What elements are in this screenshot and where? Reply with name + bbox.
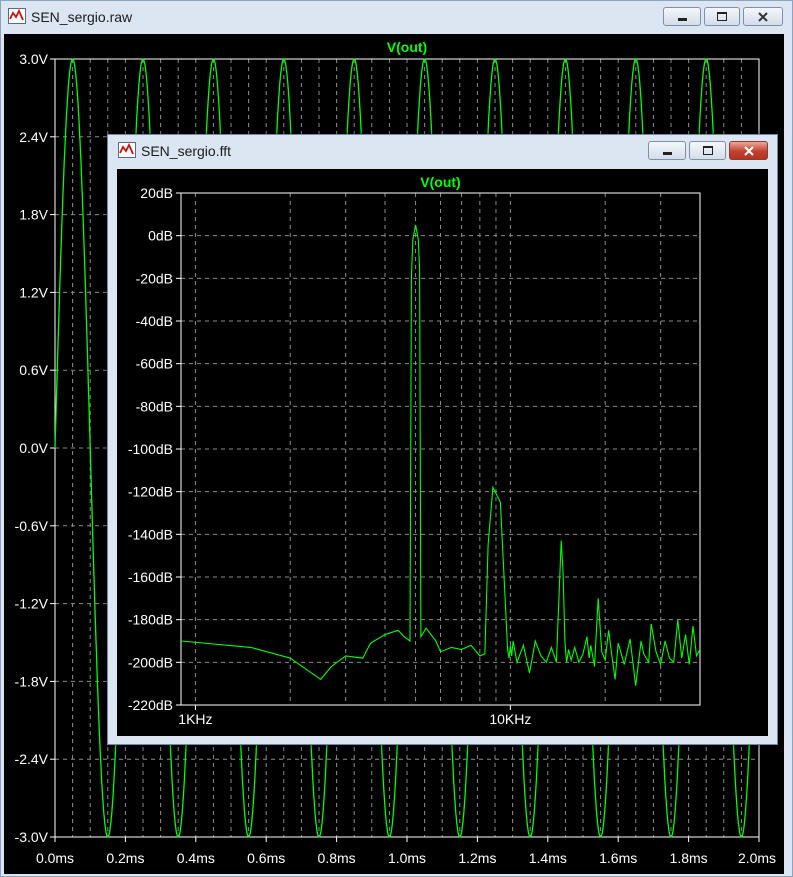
y-tick-label: -1.8V bbox=[15, 673, 49, 689]
chart-title: V(out) bbox=[387, 39, 427, 55]
y-tick-label: -100dB bbox=[128, 441, 173, 457]
y-tick-label: -20dB bbox=[136, 270, 173, 286]
y-tick-label: 0dB bbox=[148, 228, 173, 244]
close-icon bbox=[743, 145, 754, 156]
fft-plot-area[interactable]: V(out) 1KHz 10KHz 20dB 0dB -20dB -40dB -60dB -80… bbox=[117, 169, 768, 736]
y-tick-label: -0.6V bbox=[15, 518, 49, 534]
y-tick-label: -220dB bbox=[128, 697, 173, 713]
y-tick-label: 1.8V bbox=[19, 207, 48, 223]
fft-window-title: SEN_sergio.fft bbox=[141, 143, 232, 159]
y-tick-label: 3.0V bbox=[19, 51, 48, 67]
y-tick-label: -3.0V bbox=[15, 829, 49, 845]
x-tick-label: 0.2ms bbox=[106, 850, 144, 866]
y-tick-label: 2.4V bbox=[19, 129, 48, 145]
chart-title: V(out) bbox=[420, 174, 460, 190]
close-icon bbox=[758, 11, 768, 22]
y-tick-label: -180dB bbox=[128, 612, 173, 628]
x-tick-label: 1.4ms bbox=[529, 850, 567, 866]
y-tick-label: -40dB bbox=[136, 313, 173, 329]
series-line bbox=[180, 224, 701, 686]
raw-minimize-button[interactable] bbox=[663, 7, 701, 26]
x-tick-label: 10KHz bbox=[489, 711, 531, 727]
y-tick-label: -60dB bbox=[136, 356, 173, 372]
raw-window-title: SEN_sergio.raw bbox=[31, 9, 133, 25]
y-tick-label: -1.2V bbox=[15, 596, 49, 612]
raw-maximize-button[interactable] bbox=[704, 7, 740, 26]
y-tick-label: -200dB bbox=[128, 654, 173, 670]
y-tick-label: -2.4V bbox=[15, 751, 49, 767]
waveform-icon bbox=[118, 142, 136, 158]
x-tick-label: 1.6ms bbox=[599, 850, 637, 866]
y-tick-label: -140dB bbox=[128, 526, 173, 542]
raw-close-button[interactable] bbox=[743, 7, 783, 26]
x-tick-label: 1.8ms bbox=[670, 850, 708, 866]
x-tick-label: 2.0ms bbox=[738, 850, 776, 866]
fft-window-titlebar[interactable]: SEN_sergio.fft bbox=[108, 135, 777, 165]
fft-close-button[interactable] bbox=[729, 141, 768, 160]
fft-maximize-button[interactable] bbox=[689, 141, 726, 160]
minimize-icon bbox=[662, 152, 672, 155]
fft-plot-window[interactable]: SEN_sergio.fft V(out) 1KHz 10KHz 20dB 0dB -20… bbox=[107, 134, 778, 745]
fft-chart: V(out) 1KHz 10KHz 20dB 0dB -20dB -40dB -60dB -80… bbox=[128, 174, 701, 727]
y-tick-label: -120dB bbox=[128, 484, 173, 500]
waveform-icon bbox=[8, 8, 26, 24]
y-tick-label: -80dB bbox=[136, 398, 173, 414]
x-tick-label: 1KHz bbox=[178, 711, 212, 727]
x-tick-label: 1.2ms bbox=[458, 850, 496, 866]
raw-window-titlebar[interactable]: SEN_sergio.raw bbox=[1, 1, 792, 31]
x-tick-label: 0.6ms bbox=[247, 850, 285, 866]
x-tick-label: 0.4ms bbox=[177, 850, 215, 866]
maximize-icon bbox=[717, 12, 727, 21]
x-tick-label: 0.0ms bbox=[36, 850, 74, 866]
x-tick-label: 0.8ms bbox=[318, 850, 356, 866]
maximize-icon bbox=[702, 146, 713, 155]
y-tick-label: 1.2V bbox=[19, 284, 48, 300]
y-tick-label: 0.0V bbox=[19, 440, 48, 456]
fft-minimize-button[interactable] bbox=[648, 141, 686, 160]
y-tick-label: 20dB bbox=[140, 185, 173, 201]
y-tick-label: -160dB bbox=[128, 569, 173, 585]
minimize-icon bbox=[677, 18, 687, 21]
x-tick-label: 1.0ms bbox=[388, 850, 426, 866]
y-tick-label: 0.6V bbox=[19, 362, 48, 378]
